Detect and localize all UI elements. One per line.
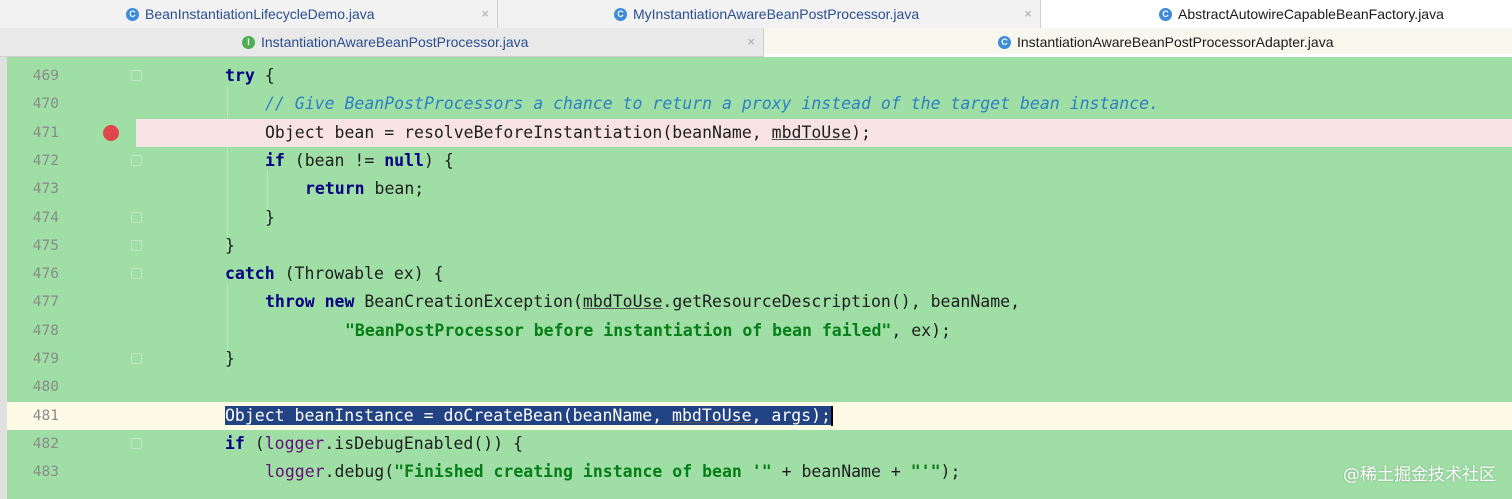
fold-icon[interactable]	[131, 154, 142, 166]
tab-label: InstantiationAwareBeanPostProcessor.java	[261, 34, 529, 50]
code-line-481[interactable]: 481 Object beanInstance = doCreateBean(b…	[7, 401, 1512, 430]
fold-icon[interactable]	[131, 353, 142, 364]
line-number: 470	[32, 96, 59, 113]
tab-label: MyInstantiationAwareBeanPostProcessor.ja…	[633, 6, 920, 22]
tab-label: AbstractAutowireCapableBeanFactory.java	[1178, 6, 1444, 22]
code-line-471[interactable]: 471 Object bean = resolveBeforeInstantia…	[7, 118, 1512, 147]
interface-icon: I	[242, 35, 255, 49]
code-line-482[interactable]: 482 if (logger.isDebugEnabled()) {	[7, 430, 1512, 458]
code-line-474[interactable]: 474 }	[7, 204, 1512, 232]
code-line-470[interactable]: 470 // Give BeanPostProcessors a chance …	[7, 90, 1512, 118]
code-line-476[interactable]: 476 catch (Throwable ex) {	[7, 260, 1512, 288]
fold-icon[interactable]	[131, 239, 142, 251]
code-text: if (logger.isDebugEnabled()) {	[225, 433, 524, 453]
line-number: 477	[32, 294, 59, 311]
line-number: 474	[32, 209, 59, 226]
close-icon[interactable]: ×	[747, 34, 755, 49]
code-text: }	[225, 235, 235, 255]
breakpoint-icon[interactable]	[103, 124, 119, 141]
class-icon: C	[1159, 7, 1172, 21]
tab-abstract-autowire-capable-bean-factory[interactable]: C AbstractAutowireCapableBeanFactory.jav…	[1041, 0, 1512, 29]
code-line-473[interactable]: 473 return bean;	[7, 175, 1512, 203]
line-number: 481	[32, 407, 59, 424]
code-text: throw new BeanCreationException(mbdToUse…	[265, 292, 1021, 312]
class-icon: C	[998, 35, 1011, 49]
line-number: 478	[32, 322, 59, 339]
code-line-477[interactable]: 477 throw new BeanCreationException(mbdT…	[7, 288, 1512, 316]
code-text: return bean;	[305, 179, 425, 199]
code-line-480[interactable]: 480	[7, 373, 1512, 401]
line-number: 480	[32, 379, 59, 396]
close-icon[interactable]: ×	[1024, 6, 1032, 21]
tab-bean-instantiation-lifecycle-demo[interactable]: C BeanInstantiationLifecycleDemo.java ×	[0, 0, 498, 28]
text-caret	[831, 406, 833, 427]
class-icon: C	[614, 7, 627, 21]
close-icon[interactable]: ×	[481, 6, 489, 21]
selected-text: Object beanInstance = doCreateBean(beanN…	[225, 405, 831, 425]
line-number: 472	[32, 152, 59, 169]
code-line-472[interactable]: 472 if (bean != null) {	[7, 147, 1512, 175]
tab-instantiation-aware-bean-post-processor-adapter[interactable]: C InstantiationAwareBeanPostProcessorAda…	[764, 28, 1512, 57]
code-text: }	[265, 207, 275, 227]
code-text: try {	[225, 66, 275, 85]
code-text: Object beanInstance = doCreateBean(beanN…	[225, 402, 833, 430]
line-number: 473	[32, 181, 59, 198]
code-editor[interactable]: 469 try { 470 // Give BeanPostProcessors…	[0, 57, 1512, 499]
fold-icon[interactable]	[131, 70, 142, 81]
tab-instantiation-aware-bean-post-processor[interactable]: I InstantiationAwareBeanPostProcessor.ja…	[0, 28, 764, 56]
tab-label: InstantiationAwareBeanPostProcessorAdapt…	[1017, 34, 1334, 50]
fold-icon[interactable]	[131, 211, 142, 223]
line-number: 469	[32, 68, 59, 84]
editor-left-strip	[0, 57, 7, 499]
code-line-478[interactable]: 478 "BeanPostProcessor before instantiat…	[7, 317, 1512, 345]
editor-tabs-row-2: I InstantiationAwareBeanPostProcessor.ja…	[0, 28, 1512, 57]
line-number: 471	[32, 124, 59, 141]
code-line-469[interactable]: 469 try {	[7, 62, 1512, 90]
editor-tabs-row-1: C BeanInstantiationLifecycleDemo.java × …	[0, 0, 1512, 29]
line-number: 483	[32, 464, 59, 481]
line-number: 476	[32, 266, 59, 283]
class-icon: C	[126, 7, 139, 21]
code-text: }	[225, 349, 235, 368]
code-line-483[interactable]: 483 logger.debug("Finished creating inst…	[7, 458, 1512, 486]
code-text: "BeanPostProcessor before instantiation …	[345, 320, 951, 340]
code-text: logger.debug("Finished creating instance…	[265, 462, 961, 482]
code-text: Object bean = resolveBeforeInstantiation…	[265, 122, 871, 142]
fold-icon[interactable]	[131, 268, 142, 280]
watermark: @稀土掘金技术社区	[1343, 465, 1496, 485]
code-text: catch (Throwable ex) {	[225, 264, 444, 284]
fold-icon[interactable]	[131, 437, 142, 449]
code-text: if (bean != null) {	[265, 150, 454, 170]
code-text: // Give BeanPostProcessors a chance to r…	[265, 94, 1160, 114]
tab-label: BeanInstantiationLifecycleDemo.java	[145, 6, 375, 22]
line-number: 479	[32, 351, 59, 367]
line-number: 482	[32, 435, 59, 452]
code-line-479[interactable]: 479 }	[7, 345, 1512, 373]
code-line-475[interactable]: 475 }	[7, 232, 1512, 260]
tab-my-instantiation-aware-bean-post-processor[interactable]: C MyInstantiationAwareBeanPostProcessor.…	[498, 0, 1041, 28]
line-number: 475	[32, 237, 59, 254]
